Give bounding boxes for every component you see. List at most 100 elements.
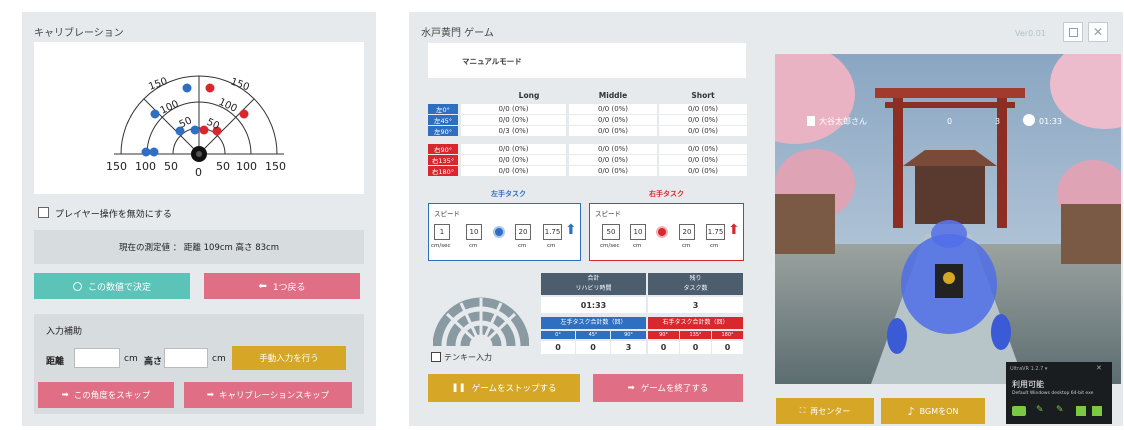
popup-desc: Default Windows desktop 64-bit exe xyxy=(1012,391,1094,396)
mode-box: マニュアルモード xyxy=(428,43,746,78)
count-cell: 0 xyxy=(680,341,711,354)
speed-label: スピード xyxy=(595,210,621,218)
total-rehab-label-2: リハビリ時間 xyxy=(575,285,612,292)
height-unit: cm xyxy=(212,354,226,364)
left-marker xyxy=(190,125,200,135)
row-label-right135: 右135° xyxy=(428,155,458,165)
left-speed-value[interactable]: 1 xyxy=(434,224,450,240)
mode-label: マニュアルモード xyxy=(462,57,522,66)
torii-gate xyxy=(875,88,1025,98)
manual-input-button[interactable]: 手動入力を行う xyxy=(232,346,346,370)
base-station-icon xyxy=(1076,406,1086,416)
label-mid-left: 100 xyxy=(159,99,181,117)
right-distance1-value[interactable]: 10 xyxy=(630,224,646,240)
right-task-title: 右手タスク xyxy=(649,190,684,198)
column-header: Middle xyxy=(598,91,628,100)
total-rehab-label-1: 合計 xyxy=(587,275,600,282)
circle-icon xyxy=(72,281,82,291)
left-distance1-value[interactable]: 10 xyxy=(466,224,482,240)
table-cell: 0/0 (0%) xyxy=(569,115,657,125)
back-one-label: 1つ戻る xyxy=(272,282,306,293)
calibration-diagram: 150 150 100 100 50 50 150 100 50 0 50 10… xyxy=(34,42,364,194)
axis-label: 100 xyxy=(236,160,257,173)
left-height-value[interactable]: 1.75 xyxy=(543,224,562,240)
table-cell: 0/0 (0%) xyxy=(461,144,566,154)
table-cell: 0/0 (0%) xyxy=(569,166,657,176)
unit-label: cm xyxy=(547,243,556,249)
stop-game-button[interactable]: ❚❚ ゲームをストップする xyxy=(428,374,580,402)
angle-header: 0° xyxy=(541,331,575,339)
skip-calibration-button[interactable]: ➡ キャリブレーションスキップ xyxy=(184,382,352,408)
table-cell: 0/0 (0%) xyxy=(461,115,566,125)
table-cell: 0/0 (0%) xyxy=(569,126,657,136)
right-distance2-value[interactable]: 20 xyxy=(679,224,695,240)
tenkey-checkbox[interactable] xyxy=(431,352,441,362)
end-game-button[interactable]: ➡ ゲームを終了する xyxy=(593,374,743,402)
tenkey-icon[interactable] xyxy=(432,276,530,350)
left-marker xyxy=(182,83,192,93)
temple xyxy=(915,164,985,224)
unit-label: cm/sec xyxy=(431,243,451,249)
count-cell: 0 xyxy=(712,341,743,354)
end-game-label: ゲームを終了する xyxy=(640,384,709,394)
blue-ball-icon xyxy=(493,226,505,238)
row-label-left45: 左45° xyxy=(428,115,458,125)
rehab-time-value: 01:33 xyxy=(541,297,646,313)
up-arrow-icon: ⬆ xyxy=(728,222,740,238)
right-height-value[interactable]: 1.75 xyxy=(706,224,725,240)
angle-header: 45° xyxy=(576,331,610,339)
skip-calibration-label: キャリブレーションスキップ xyxy=(218,391,330,401)
input-assist-section: 入力補助 距離 cm 高さ cm 手動入力を行う ➡ この角度をスキップ ➡ キ… xyxy=(34,314,364,414)
row-label-right180: 右180° xyxy=(428,166,458,176)
angle-header: 90° xyxy=(648,331,679,339)
left-marker xyxy=(141,147,151,157)
hud-count2: 3 xyxy=(995,117,1000,126)
pause-icon: ❚❚ xyxy=(451,383,466,393)
popup-close-icon[interactable]: ✕ xyxy=(1096,364,1102,372)
table-cell: 0/0 (0%) xyxy=(461,104,566,114)
recenter-button[interactable]: ⛶ 再センター xyxy=(776,398,874,424)
disable-player-checkbox[interactable] xyxy=(38,207,49,218)
count-cell: 0 xyxy=(648,341,679,354)
right-marker xyxy=(239,109,249,119)
height-label: 高さ xyxy=(144,357,163,367)
arrow-right-icon: ➡ xyxy=(61,390,69,400)
count-cell: 0 xyxy=(541,341,575,354)
left-total-header: 左手タスク合計数（回） xyxy=(541,317,646,329)
left-marker xyxy=(149,147,159,157)
popup-status: 利用可能 xyxy=(1012,380,1044,389)
close-button[interactable]: ✕ xyxy=(1088,22,1108,42)
unit-label: cm xyxy=(518,243,527,249)
skip-angle-button[interactable]: ➡ この角度をスキップ xyxy=(38,382,174,408)
confirm-value-button[interactable]: この数値で決定 xyxy=(34,273,190,299)
angle-header: 90° xyxy=(611,331,646,339)
total-rehab-header: 合計 リハビリ時間 xyxy=(541,273,646,295)
unit-label: cm/sec xyxy=(600,243,620,249)
table-cell: 0/0 (0%) xyxy=(659,126,747,136)
bgm-on-button[interactable]: ♪ BGMをON xyxy=(881,398,985,424)
controller-icon: ✎ xyxy=(1036,405,1044,415)
hud-time: 01:33 xyxy=(1039,117,1062,126)
game-title: 水戸黄門 ゲーム xyxy=(421,28,494,39)
table-cell: 0/0 (0%) xyxy=(461,155,566,165)
controller-icon: ✎ xyxy=(1056,405,1064,415)
right-marker xyxy=(205,83,215,93)
height-input[interactable] xyxy=(164,348,208,368)
music-note-icon: ♪ xyxy=(907,404,915,418)
table-cell: 0/0 (0%) xyxy=(569,155,657,165)
label-mid-right: 100 xyxy=(217,97,239,115)
game-viewport[interactable]: 大谷太郎さん 0 3 01:33 xyxy=(775,54,1121,384)
table-cell: 0/0 (0%) xyxy=(659,155,747,165)
label-outer-left: 150 xyxy=(147,76,169,93)
skip-angle-label: この角度をスキップ xyxy=(73,391,151,401)
window-restore-button[interactable] xyxy=(1063,22,1083,42)
right-total-header: 右手タスク合計数（回） xyxy=(648,317,743,329)
up-arrow-icon: ⬆ xyxy=(565,222,577,238)
table-cell: 0/0 (0%) xyxy=(659,104,747,114)
right-speed-value[interactable]: 50 xyxy=(602,224,620,240)
distance-input[interactable] xyxy=(74,348,120,368)
left-distance2-value[interactable]: 20 xyxy=(515,224,531,240)
axis-label: 50 xyxy=(216,160,230,173)
speed-label: スピード xyxy=(434,210,460,218)
back-one-button[interactable]: ⬅ 1つ戻る xyxy=(204,273,360,299)
